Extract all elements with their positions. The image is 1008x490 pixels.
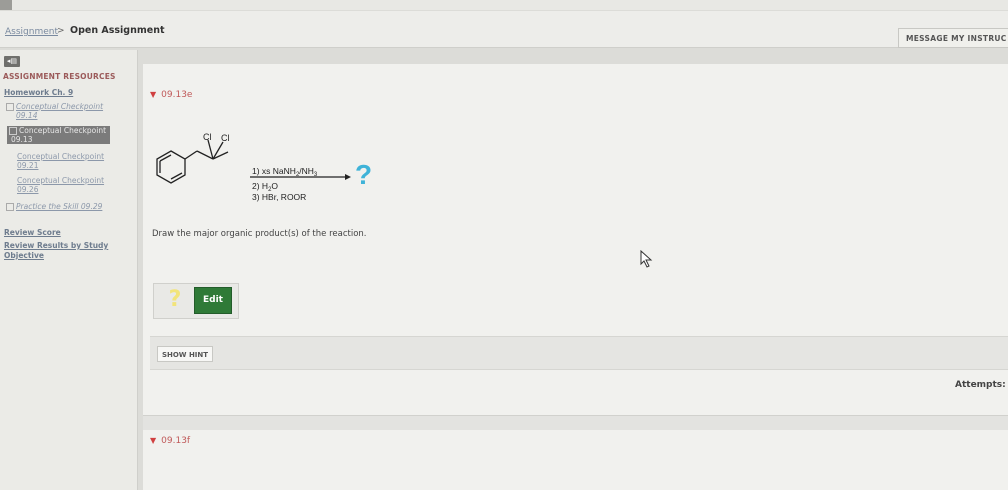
breadcrumb-current: Open Assignment — [70, 25, 165, 36]
sidebar-item-label: Conceptual Checkpoint — [19, 126, 107, 135]
resources-title: ASSIGNMENT RESOURCES — [3, 72, 116, 81]
top-tab-second[interactable] — [52, 0, 64, 10]
top-tab-home[interactable] — [0, 0, 12, 10]
next-question-header[interactable]: ▼ 09.13f — [150, 436, 190, 446]
product-question-mark: ? — [355, 159, 372, 190]
breadcrumb-assignment-link[interactable]: Assignment — [5, 27, 58, 37]
review-score-link[interactable]: Review Score — [4, 228, 61, 237]
collapse-icon — [6, 103, 14, 111]
attempts-label: Attempts: — [955, 380, 1006, 390]
question-header[interactable]: ▼ 09.13e — [150, 90, 192, 100]
sidebar-item-sublabel: 09.26 — [17, 185, 39, 194]
sidebar-item-label: Conceptual Checkpoint — [16, 102, 104, 111]
chlorine-label-left: Cl — [203, 132, 212, 142]
reagent-step-3: 3) HBr, ROOR — [252, 192, 306, 202]
chlorine-label-right: Cl — [221, 133, 230, 143]
homework-chapter-link[interactable]: Homework Ch. 9 — [4, 88, 73, 97]
sidebar-item-practice-skill[interactable]: Practice the Skill 09.29 — [6, 202, 102, 211]
show-hint-button[interactable]: SHOW HINT — [157, 346, 213, 362]
message-instructor-button[interactable]: MESSAGE MY INSTRUC — [898, 28, 1008, 48]
breadcrumb-bar: Assignment > Open Assignment MESSAGE MY … — [0, 11, 1008, 48]
next-question-id: 09.13f — [161, 436, 191, 446]
top-tab-strip — [0, 0, 1008, 10]
collapse-arrow-icon[interactable]: ◂▤ — [4, 56, 20, 67]
sidebar-item-checkpoint-0926[interactable]: Conceptual Checkpoint 09.26 — [17, 176, 104, 194]
review-results-link-line2[interactable]: Objective — [4, 251, 44, 260]
question-id: 09.13e — [161, 90, 193, 100]
sidebar-item-sublabel: 09.21 — [17, 161, 39, 170]
sidebar-item-checkpoint-0921[interactable]: Conceptual Checkpoint 09.21 — [17, 152, 104, 170]
sidebar-item-label: Practice the Skill 09.29 — [16, 202, 103, 211]
sidebar-item-sublabel: 09.13 — [11, 135, 33, 144]
sidebar-item-checkpoint-0914[interactable]: Conceptual Checkpoint 09.14 — [6, 102, 103, 120]
benzene-ring — [156, 139, 351, 184]
reaction-svg: Cl Cl 1) xs NaNH2/NH3 2) H2O 3) HBr, ROO… — [156, 132, 372, 202]
answer-placeholder-icon: ? — [168, 287, 182, 312]
hint-bar — [150, 336, 1008, 370]
assignment-resources-sidebar: ◂▤ ASSIGNMENT RESOURCES Homework Ch. 9 C… — [0, 50, 138, 490]
edit-button[interactable]: Edit — [194, 287, 232, 314]
question-prompt: Draw the major organic product(s) of the… — [152, 229, 367, 239]
collapse-icon — [6, 203, 14, 211]
reaction-scheme: Cl Cl 1) xs NaNH2/NH3 2) H2O 3) HBr, ROO… — [150, 128, 390, 212]
question-separator — [143, 415, 1008, 430]
collapse-icon — [9, 127, 17, 135]
sidebar-item-label: Conceptual Checkpoint — [17, 176, 105, 185]
sidebar-item-checkpoint-0913[interactable]: Conceptual Checkpoint 09.13 — [7, 126, 111, 144]
expand-triangle-icon: ▼ — [150, 436, 157, 445]
sidebar-item-label: Conceptual Checkpoint — [17, 152, 105, 161]
breadcrumb-separator: > — [57, 26, 65, 36]
sidebar-item-sublabel: 09.14 — [16, 111, 38, 120]
reagent-step-1: 1) xs NaNH2/NH3 — [252, 166, 318, 178]
expand-triangle-icon: ▼ — [150, 90, 157, 99]
mouse-cursor-icon — [640, 249, 654, 272]
review-results-link[interactable]: Review Results by Study — [4, 241, 108, 250]
